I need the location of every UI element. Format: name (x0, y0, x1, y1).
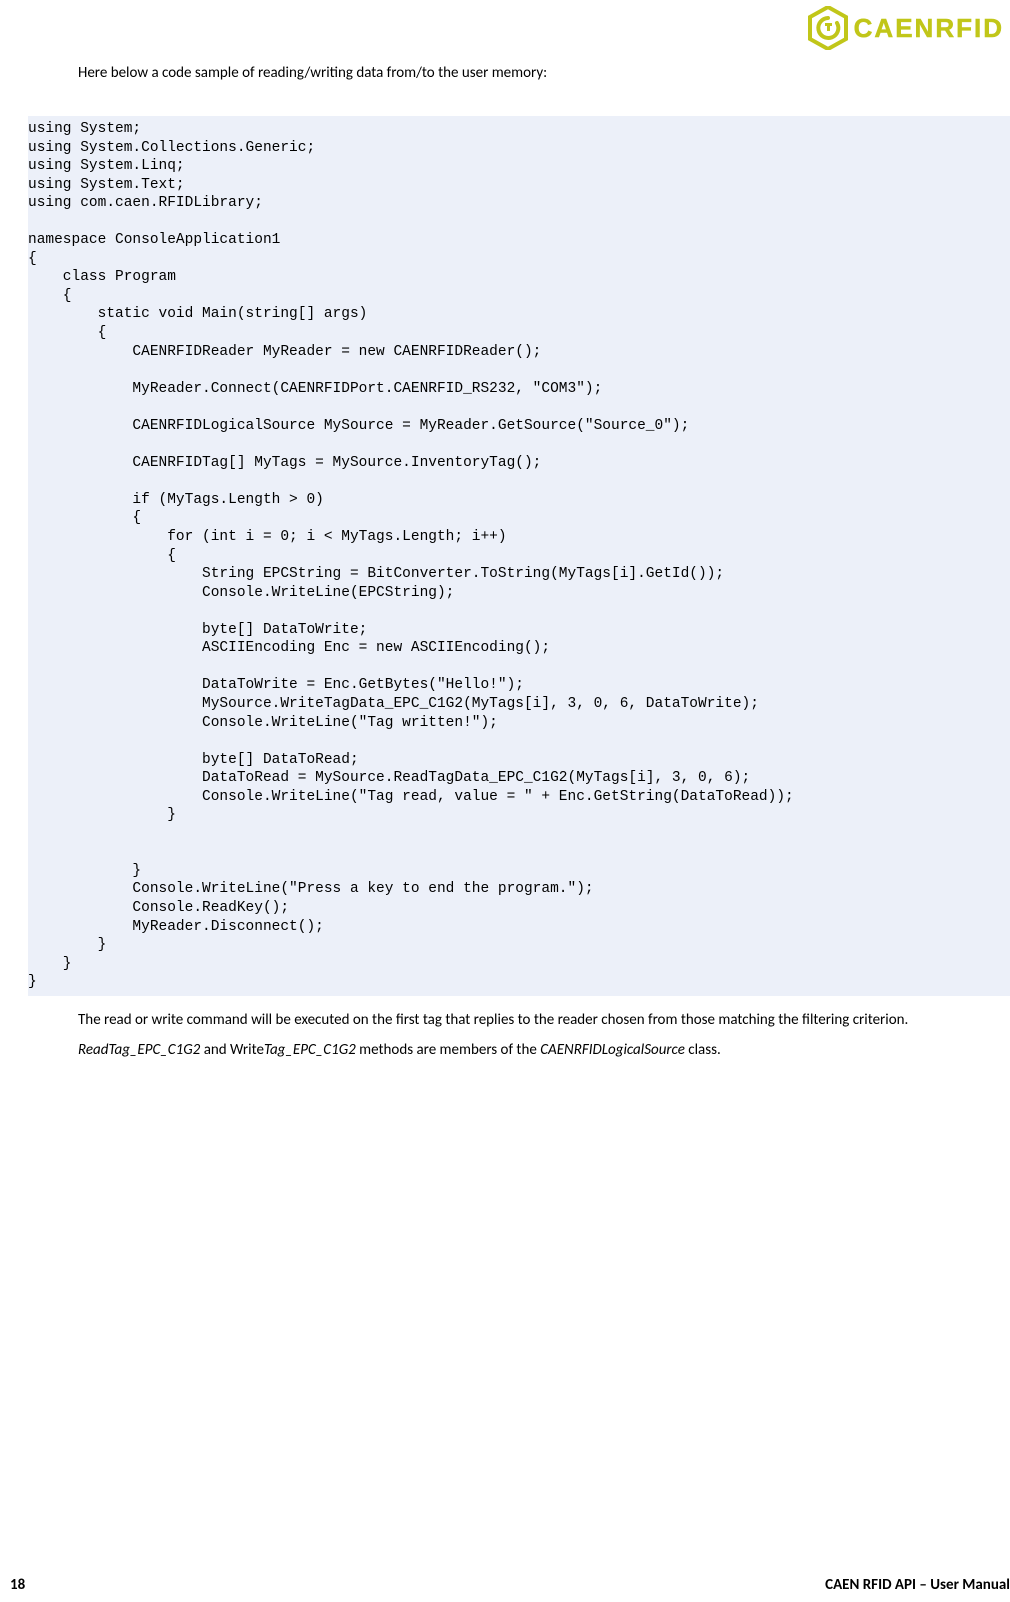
paragraph-2: ReadTag_EPC_C1G2 and WriteTag_EPC_C1G2 m… (78, 1040, 1010, 1060)
intro-text: Here below a code sample of reading/writ… (78, 64, 1010, 82)
method-readtag: ReadTag_EPC_C1G2 (78, 1041, 200, 1059)
page: CAENRFID Here below a code sample of rea… (0, 0, 1010, 1602)
text-methods-of: methods are members of the (356, 1041, 540, 1059)
brand-name: CAENRFID (854, 13, 1004, 44)
code-sample: using System; using System.Collections.G… (28, 116, 1010, 996)
class-logicalsource: CAENRFIDLogicalSource (540, 1041, 685, 1059)
brand-hex-icon (808, 6, 848, 50)
brand-logo: CAENRFID (808, 6, 1004, 50)
page-number: 18 (10, 1576, 25, 1594)
text-and-write: and Write (200, 1041, 264, 1059)
page-footer: 18 CAEN RFID API – User Manual (10, 1576, 1010, 1594)
body-content: Here below a code sample of reading/writ… (0, 0, 1010, 1060)
text-class: class. (685, 1041, 721, 1059)
doc-title: CAEN RFID API – User Manual (825, 1576, 1010, 1594)
paragraph-1: The read or write command will be execut… (78, 1010, 1008, 1030)
method-writetag: Tag_EPC_C1G2 (264, 1041, 356, 1059)
